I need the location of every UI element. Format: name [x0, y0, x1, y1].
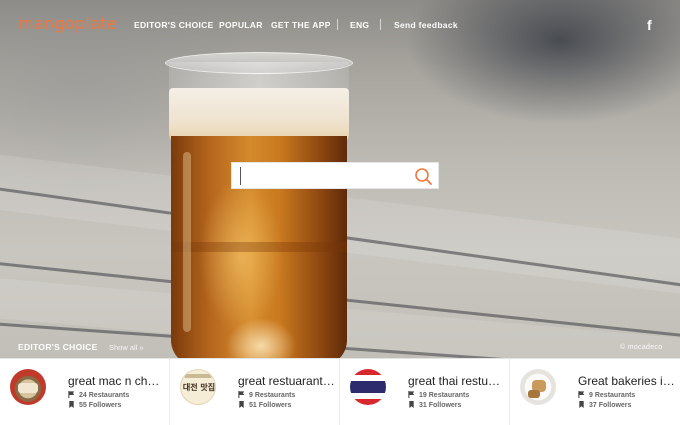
nav-editors-choice[interactable]: EDITOR'S CHOICE [134, 20, 214, 30]
card-thumbnail [10, 369, 46, 405]
logo[interactable]: mangoplate [18, 14, 117, 33]
bookmark-icon [409, 401, 414, 408]
search-icon [415, 168, 432, 185]
nav-get-the-app[interactable]: GET THE APP [271, 20, 331, 30]
editors-choice-title: EDITOR'S CHOICE [18, 342, 98, 352]
list-card[interactable]: great thai restuarants 19 Restaurants 31… [340, 359, 510, 425]
nav-popular[interactable]: POPULAR [219, 20, 263, 30]
editors-choice-list: great mac n cheese 24 Restaurants 55 Fol… [0, 358, 680, 425]
page: mangoplate EDITOR'S CHOICE POPULAR GET T… [0, 0, 680, 425]
followers-count: 31 Followers [408, 401, 461, 409]
send-feedback-link[interactable]: Send feedback [394, 20, 458, 30]
glass-rim [165, 52, 353, 74]
followers-count: 37 Followers [578, 401, 631, 409]
flag-icon [408, 391, 415, 398]
top-nav: mangoplate EDITOR'S CHOICE POPULAR GET T… [0, 0, 680, 48]
photo-credit: © mocadeco [620, 344, 663, 351]
bookmark-icon [69, 401, 74, 408]
bookmark-icon [579, 401, 584, 408]
card-thumbnail [350, 369, 386, 405]
facebook-icon[interactable]: f [647, 17, 652, 33]
restaurants-count: 19 Restaurants [408, 391, 469, 399]
card-thumbnail [520, 369, 556, 405]
search-input[interactable] [240, 167, 405, 185]
card-thumbnail: 대전 맛집 [180, 369, 216, 405]
card-title: great restuarants in daejeon [238, 374, 336, 388]
nav-divider [380, 19, 381, 30]
followers-count: 55 Followers [68, 401, 121, 409]
list-card[interactable]: Great bakeries in Seoul 9 Restaurants 37… [510, 359, 680, 425]
glass-highlight [183, 152, 191, 332]
restaurants-count: 24 Restaurants [68, 391, 129, 399]
beer-glass-image [165, 52, 353, 358]
card-title: great mac n cheese [68, 374, 166, 388]
card-title: great thai restuarants [408, 374, 506, 388]
thumbnail-text: 대전 맛집 [182, 383, 216, 392]
list-card[interactable]: 대전 맛집 great restuarants in daejeon 9 Res… [170, 359, 340, 425]
flag-icon [238, 391, 245, 398]
followers-count: 51 Followers [238, 401, 291, 409]
search-bar [231, 162, 439, 189]
beer-band [171, 242, 347, 252]
flag-icon [578, 391, 585, 398]
language-selector[interactable]: ENG [350, 20, 369, 30]
card-title: Great bakeries in Seoul [578, 374, 676, 388]
search-button[interactable] [412, 166, 434, 186]
bookmark-icon [239, 401, 244, 408]
restaurants-count: 9 Restaurants [238, 391, 295, 399]
list-card[interactable]: great mac n cheese 24 Restaurants 55 Fol… [0, 359, 170, 425]
restaurants-count: 9 Restaurants [578, 391, 635, 399]
flag-icon [68, 391, 75, 398]
nav-divider [337, 19, 338, 30]
show-all-link[interactable]: Show all » [109, 343, 144, 352]
